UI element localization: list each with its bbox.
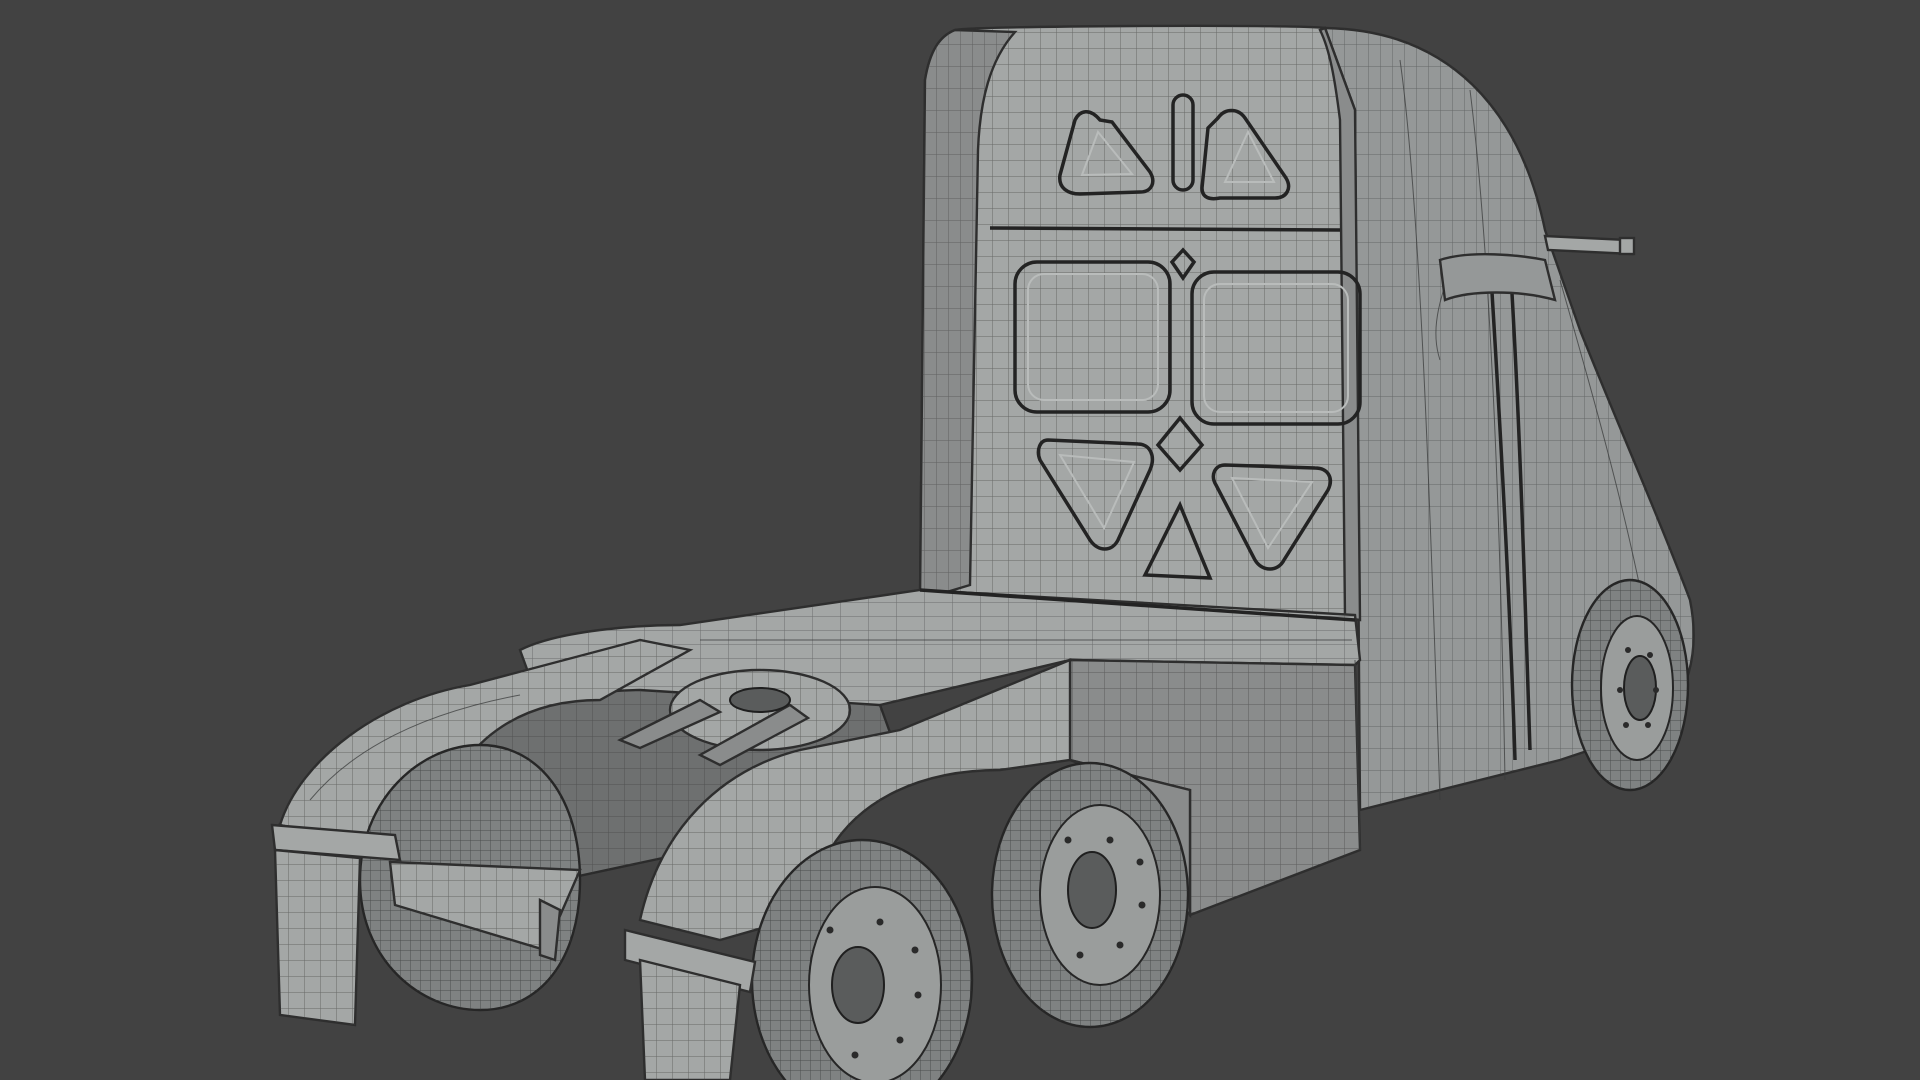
3d-viewport[interactable]: [0, 0, 1920, 1080]
mud-flap-right: [623, 928, 757, 1080]
truck-model: [270, 24, 1695, 1080]
front-wheel: [1570, 578, 1690, 792]
cab-back-panel: [918, 24, 1362, 622]
rear-middle-wheel: [990, 761, 1190, 1029]
mirror-arm: [1543, 234, 1636, 256]
